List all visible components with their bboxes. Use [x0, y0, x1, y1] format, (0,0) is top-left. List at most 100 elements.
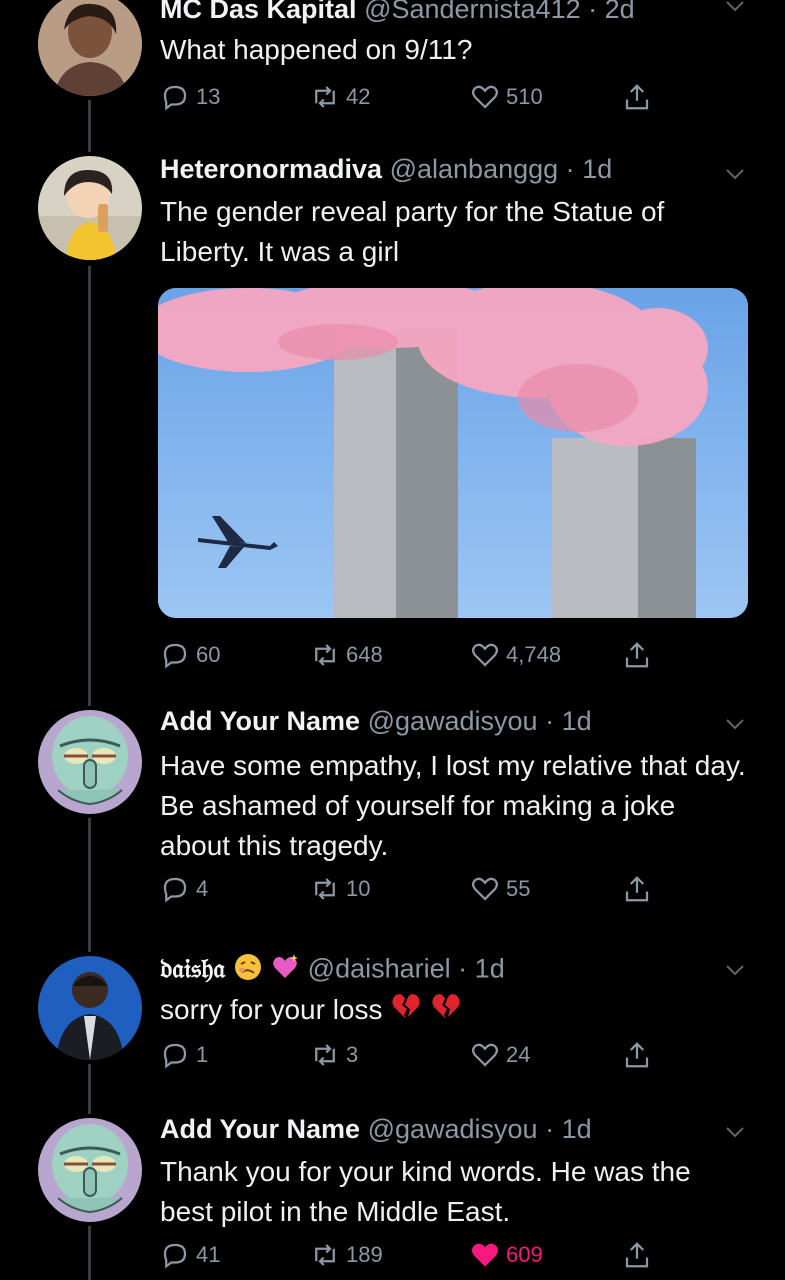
share-button[interactable] — [622, 1040, 652, 1070]
heart-filled-icon — [472, 1243, 498, 1267]
share-icon — [625, 84, 649, 110]
like-count: 55 — [506, 876, 531, 901]
broken-heart-icon — [430, 991, 462, 1032]
retweet-button[interactable]: 42 — [310, 82, 370, 112]
heart-icon — [472, 85, 498, 109]
retweet-count: 42 — [346, 84, 371, 109]
timestamp[interactable]: 1d — [562, 1114, 592, 1144]
timestamp[interactable]: 2d — [605, 0, 635, 24]
like-button[interactable]: 510 — [470, 82, 543, 112]
like-count: 4,748 — [506, 642, 562, 667]
share-button[interactable] — [622, 82, 652, 112]
chevron-down-icon[interactable] — [723, 958, 747, 982]
display-name[interactable]: Heteronormadiva — [160, 154, 382, 184]
reply-count: 4 — [196, 876, 209, 901]
timestamp[interactable]: 1d — [562, 706, 592, 736]
chevron-down-icon[interactable] — [723, 162, 747, 186]
timestamp[interactable]: 1d — [475, 954, 505, 984]
retweet-button[interactable]: 648 — [310, 640, 383, 670]
avatar[interactable] — [38, 156, 142, 260]
like-count: 510 — [506, 84, 543, 109]
tweet-header: 𝔡𝔞𝔦𝔰𝔥𝔞 @daishariel · 1d — [160, 952, 505, 989]
share-button[interactable] — [622, 1240, 652, 1270]
reply-button[interactable]: 13 — [160, 82, 220, 112]
reply-button[interactable]: 1 — [160, 1040, 208, 1070]
display-name[interactable]: Add Your Name — [160, 706, 360, 736]
like-button[interactable]: 609 — [470, 1240, 543, 1270]
heart-icon — [472, 643, 498, 667]
like-button[interactable]: 4,748 — [470, 640, 561, 670]
thread-line — [88, 266, 91, 706]
like-button[interactable]: 55 — [470, 874, 530, 904]
reply-count: 1 — [196, 1042, 209, 1067]
display-name[interactable]: Add Your Name — [160, 1114, 360, 1144]
retweet-count: 3 — [346, 1042, 359, 1067]
retweet-icon — [315, 1244, 335, 1266]
like-count: 24 — [506, 1042, 531, 1067]
retweet-count: 648 — [346, 642, 383, 667]
reply-button[interactable]: 41 — [160, 1240, 220, 1270]
separator: · — [545, 1114, 555, 1144]
thread-line — [88, 100, 91, 152]
like-button[interactable]: 24 — [470, 1040, 530, 1070]
thread-line — [88, 818, 91, 952]
share-icon — [625, 876, 649, 902]
heart-icon — [472, 1043, 498, 1067]
share-button[interactable] — [622, 640, 652, 670]
sparkling-heart-icon — [270, 952, 300, 989]
avatar[interactable] — [38, 1118, 142, 1222]
avatar[interactable] — [38, 0, 142, 96]
avatar[interactable] — [38, 710, 142, 814]
reply-icon — [163, 643, 187, 669]
separator: · — [458, 953, 468, 984]
action-bar: 13 42 510 — [160, 82, 660, 118]
reply-button[interactable]: 4 — [160, 874, 208, 904]
broken-heart-icon — [390, 991, 422, 1032]
retweet-button[interactable]: 10 — [310, 874, 370, 904]
retweet-count: 10 — [346, 876, 371, 901]
tweet-header: Heteronormadiva @alanbanggg · 1d — [160, 154, 612, 185]
share-button[interactable] — [622, 874, 652, 904]
share-icon — [625, 1242, 649, 1268]
display-name[interactable]: 𝔡𝔞𝔦𝔰𝔥𝔞 — [160, 954, 225, 985]
reply-button[interactable]: 60 — [160, 640, 220, 670]
handle[interactable]: @alanbanggg — [390, 154, 559, 184]
thread-line — [88, 1064, 91, 1114]
tweet-text: What happened on 9/11? — [160, 34, 473, 65]
tweet-text: sorry for your loss — [160, 990, 750, 1032]
tweet-text-content: sorry for your loss — [160, 994, 383, 1025]
avatar[interactable] — [38, 956, 142, 1060]
tweet-header: MC Das Kapital @Sandernista412 · 2d — [160, 0, 635, 25]
retweet-button[interactable]: 3 — [310, 1040, 358, 1070]
tweet-text: Have some empathy, I lost my relative th… — [160, 750, 746, 861]
like-count: 609 — [506, 1242, 543, 1267]
share-icon — [625, 642, 649, 668]
thread-line — [88, 1226, 91, 1280]
tweet-header: Add Your Name @gawadisyou · 1d — [160, 706, 592, 737]
action-bar: 4 10 55 — [160, 874, 660, 910]
retweet-icon — [315, 86, 335, 108]
action-bar: 1 3 24 — [160, 1040, 660, 1076]
chevron-down-icon[interactable] — [723, 712, 747, 736]
handle[interactable]: @daishariel — [308, 954, 451, 984]
chevron-down-icon[interactable] — [723, 0, 747, 18]
display-name[interactable]: MC Das Kapital — [160, 0, 357, 24]
tweet-image[interactable] — [158, 288, 748, 618]
handle[interactable]: @gawadisyou — [368, 1114, 538, 1144]
retweet-icon — [315, 644, 335, 666]
retweet-button[interactable]: 189 — [310, 1240, 383, 1270]
share-icon — [625, 1042, 649, 1068]
woozy-face-icon — [233, 952, 263, 989]
chevron-down-icon[interactable] — [723, 1120, 747, 1144]
reply-icon — [163, 1043, 187, 1069]
reply-count: 13 — [196, 84, 221, 109]
action-bar: 60 648 4,748 — [160, 640, 660, 676]
handle[interactable]: @Sandernista412 — [364, 0, 581, 24]
timestamp[interactable]: 1d — [582, 154, 612, 184]
action-bar: 41 189 609 — [160, 1240, 660, 1276]
handle[interactable]: @gawadisyou — [368, 706, 538, 736]
tweet-text: The gender reveal party for the Statue o… — [160, 196, 665, 267]
tweet-text: Thank you for your kind words. He was th… — [160, 1156, 691, 1227]
reply-count: 41 — [196, 1242, 221, 1267]
retweet-count: 189 — [346, 1242, 383, 1267]
